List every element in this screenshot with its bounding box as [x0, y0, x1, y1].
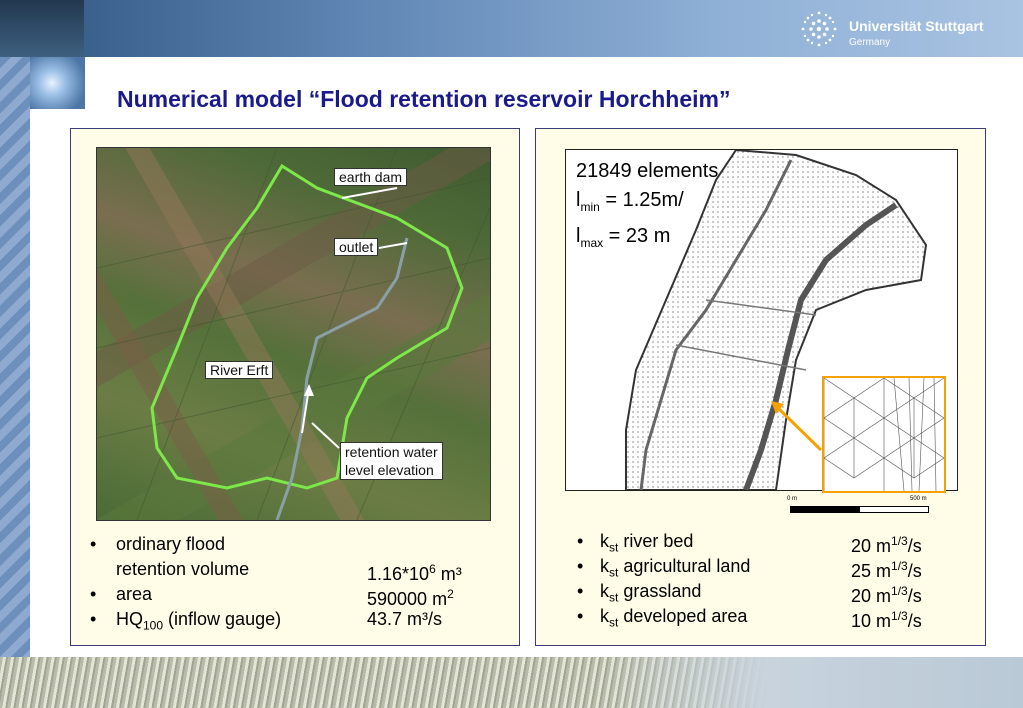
- k-subscript: st: [609, 590, 619, 605]
- value-unit: /s: [907, 561, 922, 581]
- bullet-dot: •: [90, 584, 97, 604]
- item-label-text: grassland: [618, 581, 702, 601]
- k-symbol: k: [600, 606, 609, 626]
- bullet-dot: •: [577, 556, 584, 576]
- value-exponent: 1/3: [891, 559, 908, 573]
- lmin-subscript: min: [580, 200, 600, 214]
- label-retention: retention water level elevation: [340, 442, 443, 480]
- bullet-dot: •: [577, 606, 584, 626]
- k-symbol: k: [600, 556, 609, 576]
- arrow-outlet: [378, 242, 408, 249]
- k-symbol: k: [600, 531, 609, 551]
- label-river-erft: River Erft: [205, 361, 274, 379]
- header-dark-block: [0, 0, 84, 57]
- k-subscript: st: [609, 540, 619, 555]
- label-subscript: 100: [143, 618, 164, 633]
- value-exponent: 2: [447, 587, 454, 601]
- arrow-retention: [311, 422, 340, 449]
- label-outlet: outlet: [334, 238, 379, 256]
- value-text: 590000 m: [367, 589, 448, 609]
- bottom-water-image: [600, 657, 1023, 708]
- left-decorative-strip: [0, 57, 30, 657]
- corner-decorative-image: [30, 57, 85, 109]
- mesh-scale-bar: 0 m 500 m: [787, 496, 935, 516]
- university-logo-icon: [801, 11, 837, 47]
- item-value: 10 m1/3/s: [851, 604, 922, 634]
- value-exponent: 1/3: [891, 534, 908, 548]
- lmax-value: = 23 m: [603, 225, 671, 247]
- item-value: 43.7 m³/s: [367, 609, 443, 629]
- lmin-value: = 1.25m/: [599, 189, 684, 211]
- item-label-text: developed area: [618, 606, 748, 626]
- scale-bar-black: [790, 506, 860, 513]
- university-country: Germany: [849, 37, 891, 48]
- item-label-text: agricultural land: [618, 556, 751, 576]
- lmax-subscript: max: [580, 236, 604, 250]
- value-exponent: 6: [429, 562, 436, 576]
- scale-end-label: 500 m: [910, 496, 927, 502]
- value-unit: /s: [907, 586, 922, 606]
- value-text: 20 m: [851, 536, 892, 556]
- mesh-lmin: lmin = 1.25m/: [576, 186, 718, 222]
- bullet-dot: •: [577, 531, 584, 551]
- inset-triangles: [823, 377, 945, 492]
- bullet-dot: •: [90, 609, 97, 629]
- scale-bar-white: [859, 506, 929, 513]
- label-retention-line2: level elevation: [345, 462, 434, 478]
- item-label: ordinary flood: [116, 534, 226, 554]
- label-text: HQ: [116, 609, 143, 629]
- value-text: 20 m: [851, 586, 892, 606]
- value-unit: /s: [907, 536, 922, 556]
- mesh-detail-inset: [822, 376, 946, 493]
- item-label-text: river bed: [618, 531, 694, 551]
- mesh-info: 21849 elements lmin = 1.25m/ lmax = 23 m: [576, 157, 718, 258]
- scale-start-label: 0 m: [787, 496, 798, 502]
- value-text: 1.16*10: [367, 564, 430, 584]
- item-label: HQ100 (inflow gauge): [116, 607, 281, 639]
- item-label: retention volume: [116, 559, 250, 579]
- mesh-elements-count: 21849 elements: [576, 160, 719, 182]
- slide-title: Numerical model “Flood retention reservo…: [117, 86, 731, 112]
- university-name: Universität Stuttgart: [849, 18, 984, 34]
- bullet-dot: •: [90, 534, 97, 554]
- value-exponent: 1/3: [891, 584, 908, 598]
- label-text: (inflow gauge): [163, 609, 282, 629]
- item-label: area: [116, 584, 153, 604]
- arrow-earth-dam: [341, 187, 398, 199]
- item-label: kst developed area: [600, 604, 747, 636]
- bullet-dot: •: [577, 581, 584, 601]
- value-text: 25 m: [851, 561, 892, 581]
- value-unit: /s: [907, 611, 922, 631]
- label-retention-line1: retention water: [345, 444, 438, 460]
- value-text: 10 m: [851, 611, 892, 631]
- k-symbol: k: [600, 581, 609, 601]
- aerial-photo: earth dam outlet River Erft retention wa…: [96, 147, 491, 521]
- k-subscript: st: [609, 565, 619, 580]
- label-earth-dam: earth dam: [334, 168, 408, 186]
- retention-boundary-line: [150, 163, 464, 490]
- k-subscript: st: [609, 615, 619, 630]
- mesh-lmax: lmax = 23 m: [576, 222, 718, 258]
- value-exponent: 1/3: [891, 609, 908, 623]
- value-unit: m³: [435, 564, 462, 584]
